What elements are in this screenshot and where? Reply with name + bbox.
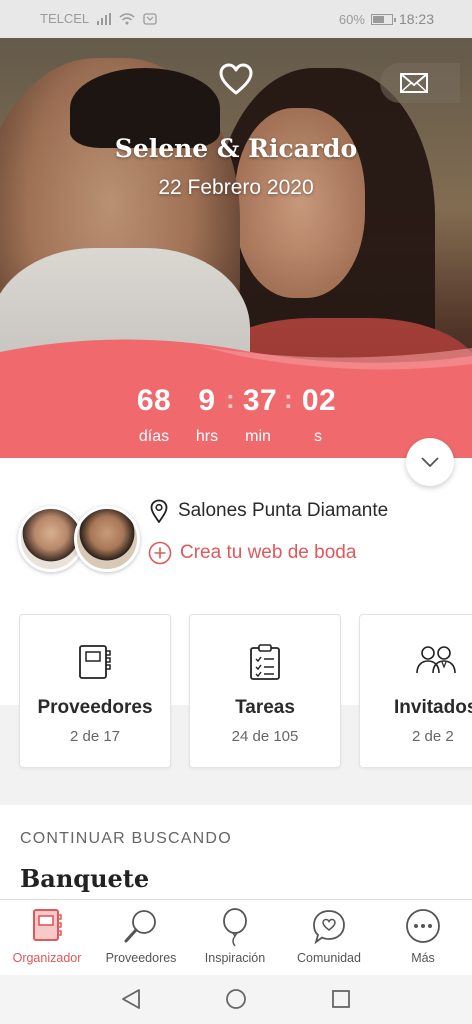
nav-label: Inspiración — [204, 951, 266, 965]
countdown-hours: 9 — [198, 384, 216, 417]
signal-icon — [97, 12, 112, 25]
organizer-notebook-icon — [33, 909, 62, 941]
nav-comunidad[interactable]: Comunidad — [282, 900, 376, 976]
status-left: TELCEL — [40, 11, 157, 26]
clock: 18:23 — [398, 11, 434, 27]
create-wedding-website-link[interactable]: Crea tu web de boda — [148, 541, 356, 565]
battery-icon — [370, 13, 396, 25]
wedding-date: 22 Febrero 2020 — [158, 176, 314, 199]
countdown: 68 9 : 37 : 02 días hrs min s — [0, 380, 472, 450]
countdown-separator: : — [226, 384, 235, 414]
nav-mas[interactable]: Más — [376, 900, 470, 976]
card-progress: 2 de 17 — [69, 728, 121, 745]
carrier-name: TELCEL — [40, 11, 90, 26]
card-title: Proveedores — [37, 697, 153, 718]
chevron-down-icon — [421, 457, 439, 467]
countdown-minutes: 37 — [242, 384, 278, 417]
card-progress: 24 de 105 — [231, 728, 299, 745]
more-dots-icon — [406, 909, 440, 943]
bottom-navigation: Organizador Proveedores Inspiración Comu… — [0, 899, 472, 975]
nav-inspiracion[interactable]: Inspiración — [188, 900, 282, 976]
venue-row[interactable]: Salones Punta Diamante — [150, 499, 388, 523]
envelope-icon — [400, 73, 428, 93]
nav-label: Proveedores — [105, 951, 177, 965]
notebook-icon — [79, 645, 111, 679]
nav-label: Más — [411, 951, 435, 965]
wifi-icon — [119, 12, 135, 24]
system-navigation-bar — [0, 975, 472, 1024]
card-title: Tareas — [235, 697, 295, 718]
magnifier-icon — [124, 910, 156, 943]
avatar-groom[interactable] — [74, 506, 140, 572]
create-web-label: Crea tu web de boda — [180, 542, 357, 563]
card-progress: 2 de 2 — [412, 728, 454, 745]
couple-names: Selene & Ricardo — [114, 134, 358, 163]
battery-percent: 60% — [338, 11, 365, 27]
nav-organizador[interactable]: Organizador — [0, 900, 94, 976]
nfc-icon — [143, 12, 157, 25]
guests-icon — [416, 646, 456, 674]
continue-searching-item[interactable]: Banquete — [20, 864, 149, 893]
clipboard-checklist-icon — [250, 644, 280, 680]
countdown-seconds-label: s — [314, 428, 322, 445]
battery-fill — [372, 15, 384, 23]
continue-searching-heading: CONTINUAR BUSCANDO — [20, 830, 232, 847]
countdown-days: 68 — [136, 384, 172, 417]
location-pin-icon — [150, 499, 168, 523]
venue-name: Salones Punta Diamante — [178, 500, 389, 521]
countdown-hours-label: hrs — [195, 428, 219, 445]
card-title: Invitados — [394, 697, 472, 718]
expand-button[interactable] — [406, 438, 454, 486]
countdown-days-label: días — [138, 428, 170, 445]
nav-proveedores[interactable]: Proveedores — [94, 900, 188, 976]
countdown-seconds: 02 — [301, 384, 337, 417]
nav-label: Comunidad — [297, 951, 361, 965]
countdown-minutes-label: min — [245, 428, 271, 445]
card-invitados[interactable]: Invitados 2 de 2 — [359, 614, 472, 768]
hero-photo: Selene & Ricardo 22 Febrero 2020 68 9 : … — [0, 38, 472, 458]
heart-outline-icon[interactable] — [218, 62, 254, 96]
home-circle-icon[interactable] — [225, 988, 247, 1010]
card-proveedores[interactable]: Proveedores 2 de 17 — [19, 614, 171, 768]
messages-button[interactable] — [380, 63, 460, 103]
recents-square-icon[interactable] — [331, 989, 351, 1009]
back-triangle-icon[interactable] — [120, 988, 142, 1010]
status-bar: TELCEL 60% 18:23 — [0, 0, 472, 38]
chat-heart-icon — [313, 910, 345, 945]
balloon-icon — [223, 908, 247, 947]
countdown-separator: : — [284, 384, 293, 414]
nav-label: Organizador — [12, 951, 82, 965]
status-right: 60% 18:23 — [339, 11, 434, 27]
card-tareas[interactable]: Tareas 24 de 105 — [189, 614, 341, 768]
plus-circle-icon — [148, 541, 172, 565]
